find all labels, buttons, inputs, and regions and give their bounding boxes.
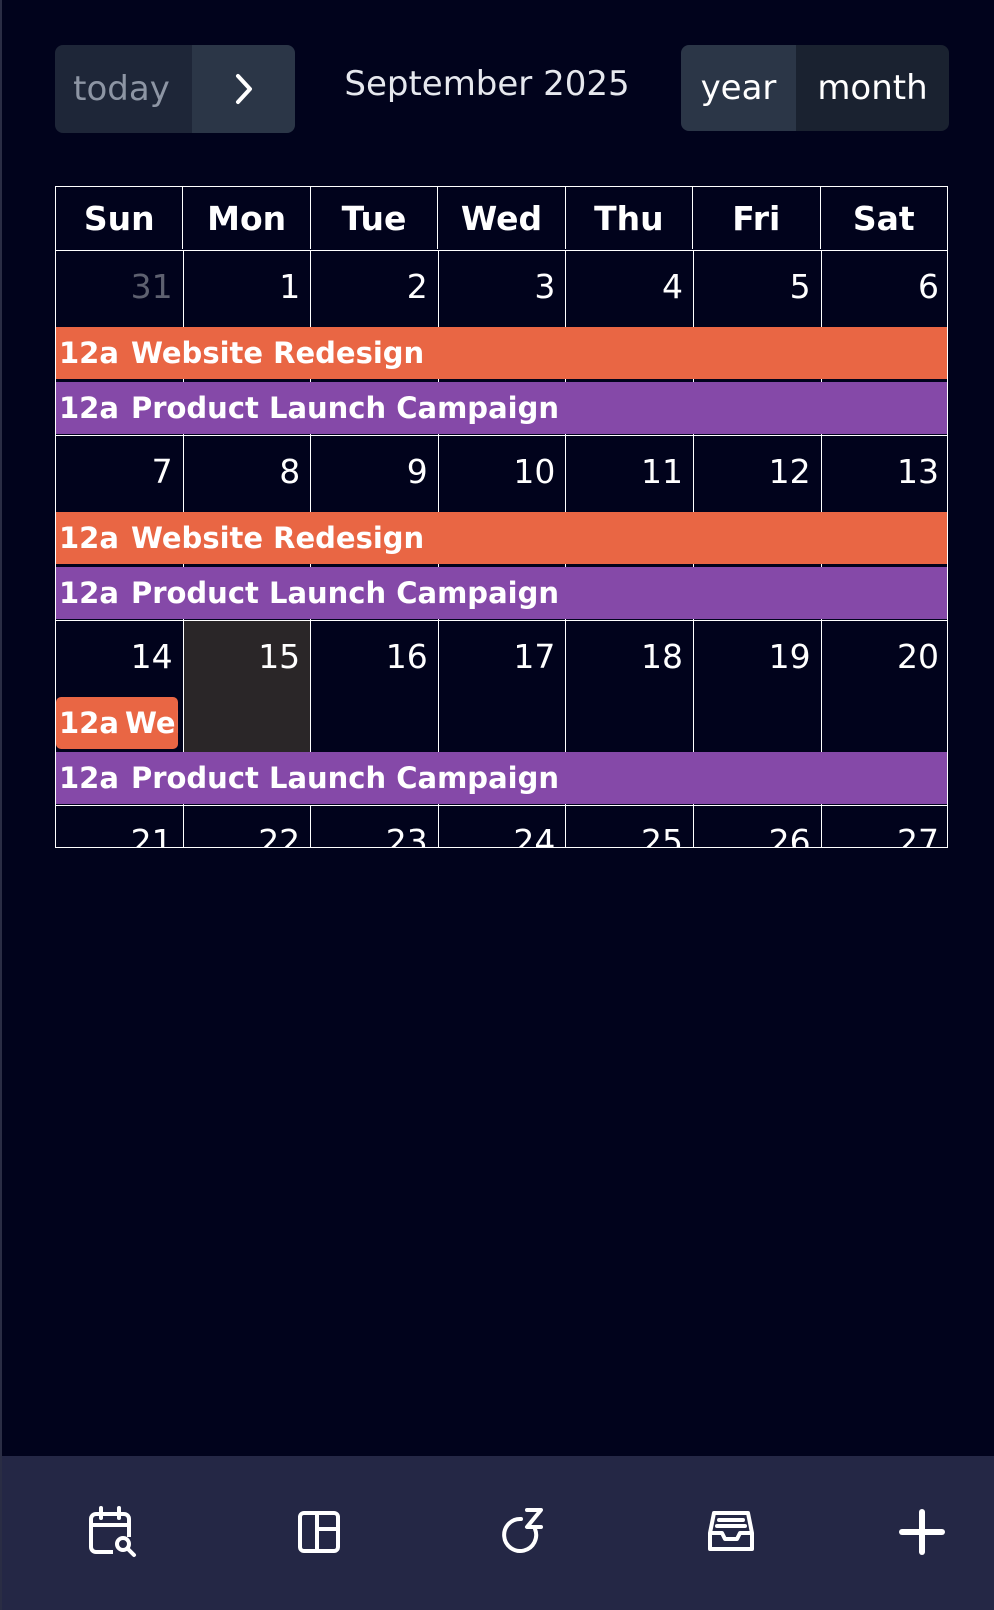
day-number: 6 [917, 267, 939, 306]
day-number: 18 [640, 637, 683, 676]
event-time: 12a [59, 576, 119, 610]
event-time: 12a [59, 761, 119, 795]
weekday-header: Mon [183, 187, 311, 249]
day-number: 20 [896, 637, 939, 676]
snooze-icon [502, 1508, 543, 1553]
event-title: Product Launch Campaign [130, 761, 559, 795]
plus-icon [899, 1509, 945, 1555]
day-number: 23 [385, 822, 428, 848]
event-time: 12a [59, 391, 119, 425]
snooze-tab[interactable] [492, 1500, 556, 1564]
weekday-header: Sun [56, 187, 184, 249]
day-number: 9 [406, 452, 428, 491]
next-month-button[interactable] [192, 45, 295, 133]
day-cell[interactable]: 23 [311, 806, 439, 848]
day-number: 16 [385, 637, 428, 676]
inbox-tray-icon [708, 1511, 754, 1551]
day-number: 19 [768, 637, 811, 676]
bottom-tab-bar [2, 1456, 994, 1610]
event-time: 12a [59, 336, 119, 370]
weekday-header: Sat [852, 198, 915, 238]
event-title: Website Redesign [124, 706, 178, 740]
week-row: 7 8 9 10 11 12 13 12a Website Redesign 1… [56, 436, 947, 621]
day-number: 26 [768, 822, 811, 848]
chevron-right-icon [235, 74, 252, 104]
day-cell[interactable]: 24 [439, 806, 567, 848]
day-number: 2 [406, 267, 428, 306]
calendar-search-tab[interactable] [82, 1500, 146, 1564]
event-time: 12a [59, 521, 119, 555]
day-number: 21 [130, 822, 173, 848]
navigation-button-group: today [55, 45, 295, 133]
event-product-launch-campaign[interactable]: 12a Product Launch Campaign [56, 567, 947, 619]
day-number: 3 [534, 267, 556, 306]
day-number: 27 [896, 822, 939, 848]
week-row: 31 1 2 3 4 5 6 12a Website Redesign 12a … [56, 251, 947, 436]
day-number: 31 [130, 267, 173, 306]
weekday-header: Fri [693, 187, 821, 249]
event-title: Product Launch Campaign [130, 391, 559, 425]
today-button[interactable]: today [55, 45, 192, 133]
day-cell-today[interactable]: 15 [183, 621, 312, 752]
event-product-launch-campaign[interactable]: 12a Product Launch Campaign [56, 382, 947, 434]
event-website-redesign[interactable]: 12a Website Redesign [56, 512, 947, 564]
weekday-header: Thu [566, 187, 694, 249]
calendar-search-icon [89, 1506, 136, 1557]
weekday-header: Tue [311, 187, 439, 249]
month-calendar-grid: Sun Mon Tue Wed Thu Fri Sat 31 1 2 3 4 5… [55, 186, 948, 848]
inbox-tab[interactable] [699, 1500, 763, 1564]
day-cell[interactable]: 25 [566, 806, 694, 848]
month-view-button[interactable]: month [796, 45, 949, 131]
day-cell[interactable]: 26 [694, 806, 822, 848]
day-number: 11 [640, 452, 683, 491]
day-number: 8 [279, 452, 301, 491]
day-number: 4 [661, 267, 683, 306]
day-number: 14 [130, 637, 173, 676]
day-number: 15 [258, 637, 301, 676]
event-title: Product Launch Campaign [130, 576, 559, 610]
day-number: 12 [768, 452, 811, 491]
event-website-redesign[interactable]: 12a Website Redesign [56, 697, 178, 749]
app-frame: today September 2025 year month Sun Mon … [0, 0, 994, 1610]
year-view-button[interactable]: year [681, 45, 796, 131]
day-number: 22 [258, 822, 301, 848]
day-cell[interactable]: 22 [184, 806, 312, 848]
layout-panels-icon [298, 1511, 340, 1553]
event-title: Website Redesign [130, 521, 425, 555]
layout-tab[interactable] [287, 1500, 351, 1564]
day-number: 24 [513, 822, 556, 848]
event-website-redesign[interactable]: 12a Website Redesign [56, 327, 947, 379]
event-title: Website Redesign [130, 336, 425, 370]
day-number: 13 [896, 452, 939, 491]
event-time: 12a [59, 706, 119, 740]
page-title: September 2025 [344, 64, 630, 104]
day-number: 17 [513, 637, 556, 676]
weekday-header-row: Sun Mon Tue Wed Thu Fri Sat [56, 187, 947, 251]
day-number: 7 [151, 452, 173, 491]
day-number: 10 [513, 452, 556, 491]
day-number: 5 [789, 267, 811, 306]
add-button[interactable] [890, 1500, 954, 1564]
day-cell[interactable]: 27 [822, 806, 947, 848]
event-product-launch-campaign[interactable]: 12a Product Launch Campaign [56, 752, 947, 804]
week-row: 14 15 16 17 18 19 20 12a Website Redesig… [56, 621, 947, 806]
day-number: 25 [640, 822, 683, 848]
day-number: 1 [279, 267, 301, 306]
view-switcher: year month [681, 45, 949, 131]
weekday-header: Wed [438, 187, 566, 249]
day-cell[interactable]: 21 [56, 806, 184, 848]
week-row: 21 22 23 24 25 26 27 [56, 806, 947, 848]
